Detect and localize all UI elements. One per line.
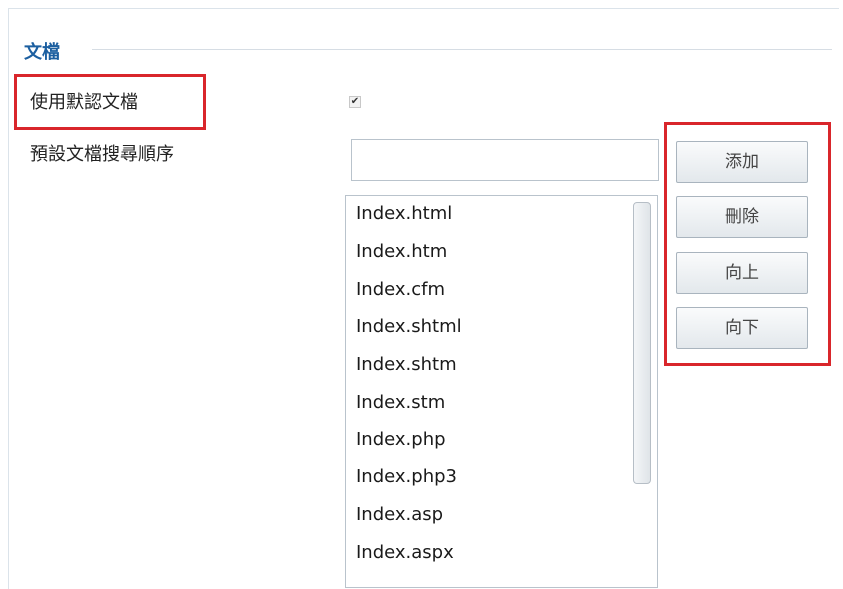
list-item[interactable]: Index.cfm bbox=[356, 279, 445, 300]
add-button[interactable]: 添加 bbox=[676, 141, 808, 183]
document-listbox[interactable]: Index.html Index.htm Index.cfm Index.sht… bbox=[345, 195, 658, 588]
use-default-label: 使用默認文檔 bbox=[30, 92, 138, 113]
use-default-checkbox[interactable]: ✔ bbox=[349, 96, 361, 108]
list-item[interactable]: Index.php3 bbox=[356, 466, 457, 487]
section-title: 文檔 bbox=[24, 42, 60, 63]
move-down-button[interactable]: 向下 bbox=[676, 307, 808, 349]
section-divider bbox=[92, 49, 832, 50]
list-item[interactable]: Index.stm bbox=[356, 392, 445, 413]
list-item[interactable]: Index.html bbox=[356, 203, 452, 224]
list-item[interactable]: Index.shtm bbox=[356, 354, 457, 375]
search-order-label: 預設文檔搜尋順序 bbox=[30, 144, 174, 165]
document-name-input[interactable] bbox=[351, 139, 659, 181]
list-scrollbar[interactable] bbox=[627, 196, 655, 587]
list-item[interactable]: Index.shtml bbox=[356, 316, 462, 337]
scrollbar-thumb[interactable] bbox=[633, 202, 651, 484]
list-item[interactable]: Index.htm bbox=[356, 241, 447, 262]
list-item[interactable]: Index.asp bbox=[356, 504, 443, 525]
delete-button[interactable]: 刪除 bbox=[676, 196, 808, 238]
list-item[interactable]: Index.php bbox=[356, 429, 446, 450]
move-up-button[interactable]: 向上 bbox=[676, 252, 808, 294]
list-item[interactable]: Index.aspx bbox=[356, 542, 454, 563]
